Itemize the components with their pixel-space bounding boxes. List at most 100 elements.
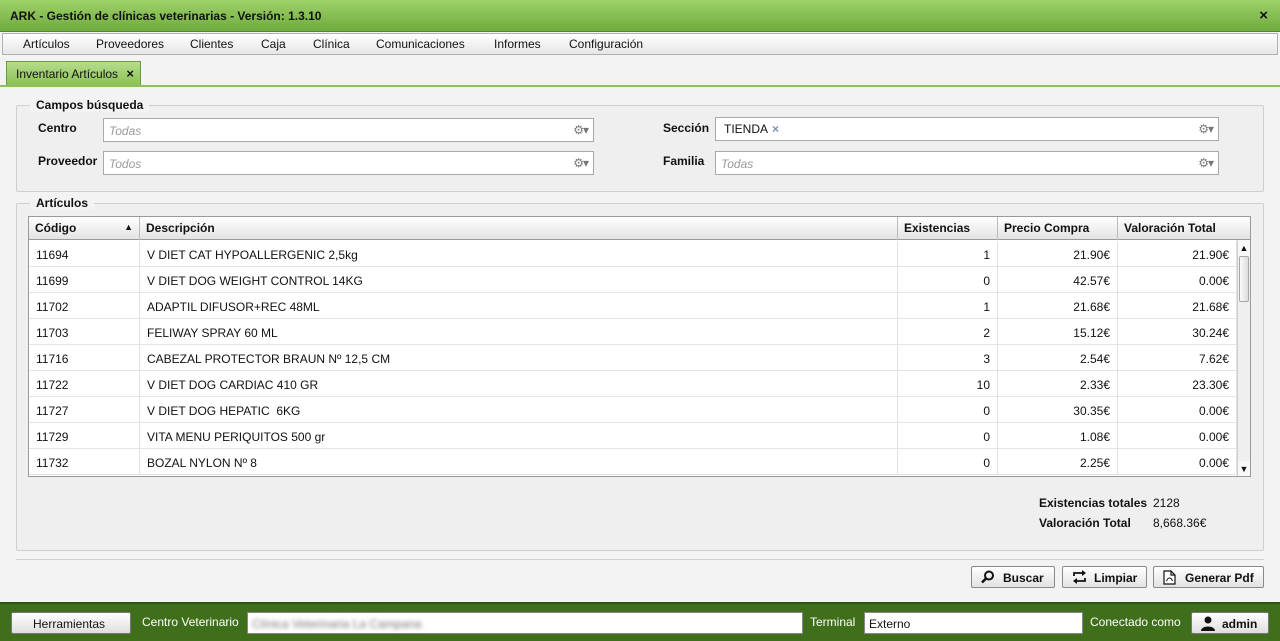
centro-veterinario-field: Clínica Veterinaria La Campana (247, 612, 803, 634)
column-header-codigo[interactable]: Código ▲ (29, 217, 140, 240)
cell-codigo: 11732 (29, 449, 140, 475)
tab-inventario-articulos[interactable]: Inventario Artículos × (6, 61, 141, 85)
cell-valoracion-total: 0.00€ (1118, 267, 1237, 293)
menu-informes[interactable]: Informes (494, 37, 541, 51)
cell-existencias: 0 (898, 423, 998, 449)
cell-codigo: 11727 (29, 397, 140, 423)
cell-descripcion: V DIET CAT HYPOALLERGENIC 2,5kg (140, 241, 898, 267)
centro-veterinario-value: Clínica Veterinaria La Campana (252, 617, 422, 631)
menu-articulos[interactable]: Artículos (23, 37, 70, 51)
valoracion-total-label: Valoración Total (1039, 516, 1131, 530)
limpiar-button[interactable]: Limpiar (1062, 566, 1147, 588)
cell-existencias: 10 (898, 371, 998, 397)
cell-precio-compra: 2.33€ (998, 371, 1118, 397)
seccion-select[interactable]: TIENDA × ⚙▾ (715, 117, 1219, 141)
seccion-tag: TIENDA × (724, 122, 779, 136)
menu-clientes[interactable]: Clientes (190, 37, 233, 51)
gear-dropdown-icon[interactable]: ⚙▾ (1198, 156, 1214, 170)
cell-codigo: 11694 (29, 241, 140, 267)
cell-codigo: 11699 (29, 267, 140, 293)
menu-configuracion[interactable]: Configuración (569, 37, 643, 51)
table-row[interactable]: 11729 VITA MENU PERIQUITOS 500 gr 0 1.08… (29, 423, 1237, 449)
cell-descripcion: V DIET DOG HEPATIC 6KG (140, 397, 898, 423)
existencias-totales-label: Existencias totales (1039, 496, 1148, 510)
cell-valoracion-total: 0.00€ (1118, 397, 1237, 423)
cell-descripcion: ADAPTIL DIFUSOR+REC 48ML (140, 293, 898, 319)
cell-descripcion: VITA MENU PERIQUITOS 500 gr (140, 423, 898, 449)
remove-tag-icon[interactable]: × (772, 122, 779, 136)
scroll-down-icon[interactable]: ▼ (1238, 461, 1250, 476)
generar-pdf-button[interactable]: Generar Pdf (1153, 566, 1264, 588)
user-icon (1201, 616, 1215, 634)
divider (16, 559, 1264, 560)
limpiar-label: Limpiar (1094, 571, 1138, 585)
column-header-descripcion[interactable]: Descripción (140, 217, 898, 240)
terminal-field: Externo (864, 612, 1083, 634)
menu-proveedores[interactable]: Proveedores (96, 37, 164, 51)
table-row[interactable]: 11702 ADAPTIL DIFUSOR+REC 48ML 1 21.68€ … (29, 293, 1237, 319)
search-legend: Campos búsqueda (30, 98, 150, 112)
cell-existencias: 0 (898, 267, 998, 293)
terminal-label: Terminal (810, 615, 856, 629)
table-row[interactable]: 11716 CABEZAL PROTECTOR BRAUN Nº 12,5 CM… (29, 345, 1237, 371)
buscar-label: Buscar (1003, 571, 1044, 585)
search-icon (981, 570, 995, 587)
cell-existencias: 0 (898, 449, 998, 475)
centro-veterinario-label: Centro Veterinario (142, 615, 239, 629)
buscar-button[interactable]: Buscar (971, 566, 1055, 588)
table-row[interactable]: 11699 V DIET DOG WEIGHT CONTROL 14KG 0 4… (29, 267, 1237, 293)
scroll-up-icon[interactable]: ▲ (1238, 240, 1250, 256)
gear-dropdown-icon[interactable]: ⚙▾ (573, 156, 589, 170)
gear-dropdown-icon[interactable]: ⚙▾ (573, 123, 589, 137)
menu-comunicaciones[interactable]: Comunicaciones (376, 37, 465, 51)
tab-label: Inventario Artículos (16, 67, 119, 81)
user-button[interactable]: admin (1191, 612, 1269, 634)
cell-existencias: 3 (898, 345, 998, 371)
table-row[interactable]: 11703 FELIWAY SPRAY 60 ML 2 15.12€ 30.24… (29, 319, 1237, 345)
familia-select[interactable]: Todas ⚙▾ (715, 151, 1219, 175)
cell-precio-compra: 30.35€ (998, 397, 1118, 423)
cell-codigo: 11716 (29, 345, 140, 371)
conectado-como-label: Conectado como (1090, 615, 1181, 629)
cell-codigo: 11722 (29, 371, 140, 397)
proveedor-placeholder: Todos (109, 157, 142, 171)
window-title: ARK - Gestión de clínicas veterinarias -… (10, 9, 322, 23)
column-header-valoracion-total[interactable]: Valoración Total (1118, 217, 1250, 240)
table-row[interactable]: 11722 V DIET DOG CARDIAC 410 GR 10 2.33€… (29, 371, 1237, 397)
generar-pdf-label: Generar Pdf (1185, 571, 1254, 585)
refresh-icon (1072, 570, 1087, 587)
table-row[interactable]: 11732 BOZAL NYLON Nº 8 0 2.25€ 0.00€ (29, 449, 1237, 475)
tab-underline (0, 85, 1280, 87)
gear-dropdown-icon[interactable]: ⚙▾ (1198, 122, 1214, 136)
cell-descripcion: CABEZAL PROTECTOR BRAUN Nº 12,5 CM (140, 345, 898, 371)
cell-descripcion: BOZAL NYLON Nº 8 (140, 449, 898, 475)
cell-existencias: 0 (898, 397, 998, 423)
menu-clinica[interactable]: Clínica (313, 37, 350, 51)
proveedor-label: Proveedor (38, 154, 98, 168)
close-window-icon[interactable]: × (1259, 7, 1268, 24)
cell-precio-compra: 21.68€ (998, 293, 1118, 319)
menu-caja[interactable]: Caja (261, 37, 286, 51)
table-row[interactable]: 11727 V DIET DOG HEPATIC 6KG 0 30.35€ 0.… (29, 397, 1237, 423)
seccion-tag-text: TIENDA (724, 122, 769, 136)
column-header-label: Existencias (904, 221, 971, 235)
proveedor-select[interactable]: Todos ⚙▾ (103, 151, 594, 175)
herramientas-button[interactable]: Herramientas (11, 612, 131, 634)
scroll-thumb[interactable] (1239, 256, 1249, 302)
cell-codigo: 11729 (29, 423, 140, 449)
cell-existencias: 1 (898, 293, 998, 319)
user-name: admin (1222, 617, 1258, 631)
cell-valoracion-total: 21.68€ (1118, 293, 1237, 319)
cell-codigo: 11702 (29, 293, 140, 319)
column-header-label: Precio Compra (1004, 221, 1090, 235)
table-row[interactable]: 11694 V DIET CAT HYPOALLERGENIC 2,5kg 1 … (29, 241, 1237, 267)
tab-close-icon[interactable]: × (126, 66, 134, 81)
table-scrollbar[interactable]: ▲ ▼ (1237, 240, 1250, 476)
cell-valoracion-total: 0.00€ (1118, 423, 1237, 449)
cell-valoracion-total: 21.90€ (1118, 241, 1237, 267)
column-header-existencias[interactable]: Existencias (898, 217, 998, 240)
cell-precio-compra: 15.12€ (998, 319, 1118, 345)
centro-select[interactable]: Todas ⚙▾ (103, 118, 594, 142)
column-header-precio-compra[interactable]: Precio Compra (998, 217, 1118, 240)
cell-valoracion-total: 7.62€ (1118, 345, 1237, 371)
